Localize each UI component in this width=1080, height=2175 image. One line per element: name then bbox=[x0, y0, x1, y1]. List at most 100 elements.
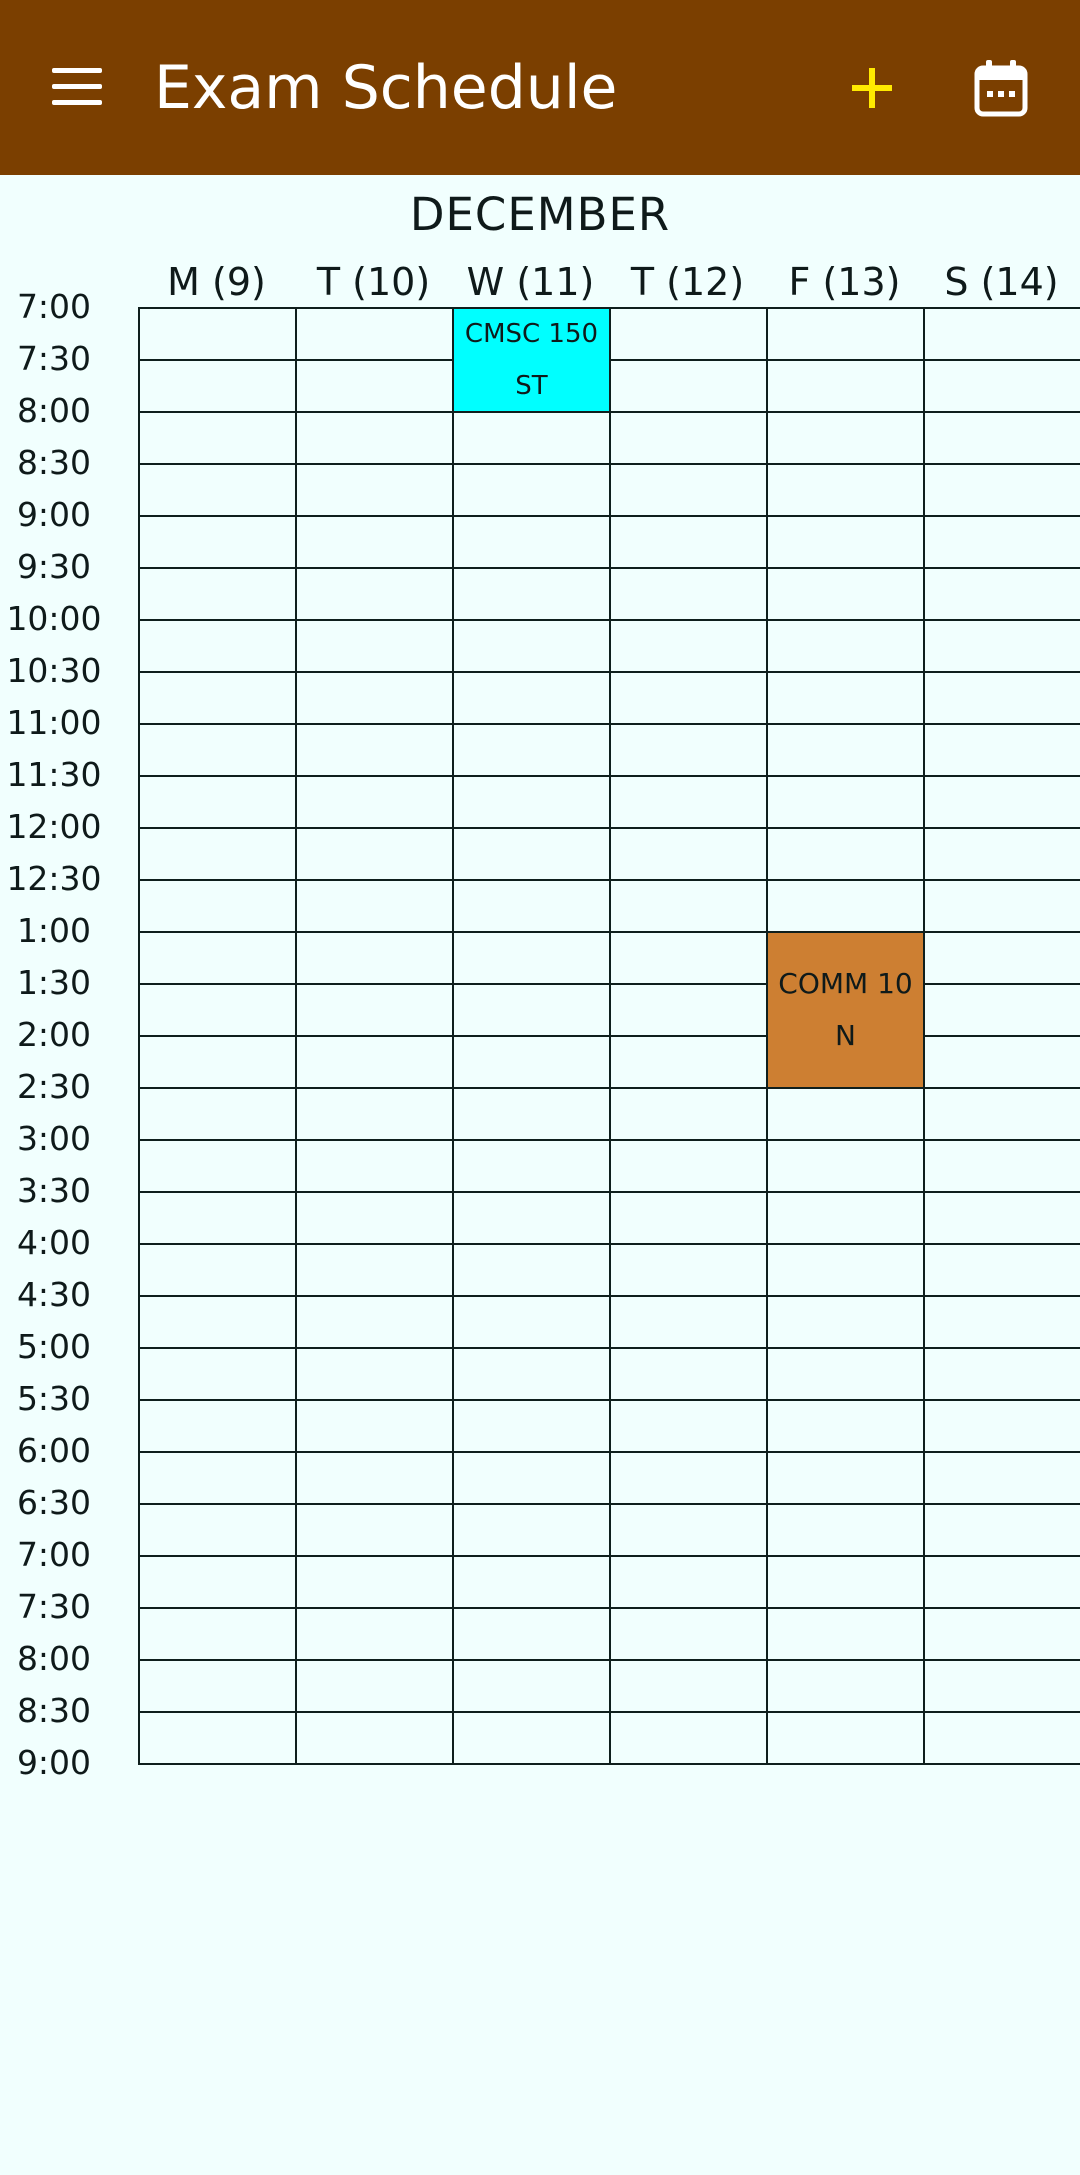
time-slot-cell[interactable] bbox=[295, 307, 454, 361]
time-slot-cell[interactable] bbox=[766, 1607, 925, 1661]
time-slot-cell[interactable] bbox=[295, 463, 454, 517]
time-slot-cell[interactable] bbox=[923, 1139, 1080, 1193]
time-slot-cell[interactable] bbox=[923, 1035, 1080, 1089]
time-slot-cell[interactable] bbox=[923, 307, 1080, 361]
time-slot-cell[interactable] bbox=[766, 827, 925, 881]
time-slot-cell[interactable] bbox=[295, 983, 454, 1037]
time-slot-cell[interactable] bbox=[138, 1503, 297, 1557]
time-slot-cell[interactable] bbox=[452, 931, 611, 985]
time-slot-cell[interactable] bbox=[138, 827, 297, 881]
time-slot-cell[interactable] bbox=[923, 1607, 1080, 1661]
time-slot-cell[interactable] bbox=[609, 827, 768, 881]
time-slot-cell[interactable] bbox=[295, 1711, 454, 1765]
time-slot-cell[interactable] bbox=[609, 983, 768, 1037]
time-slot-cell[interactable] bbox=[452, 1503, 611, 1557]
time-slot-cell[interactable] bbox=[295, 619, 454, 673]
time-slot-cell[interactable] bbox=[295, 1399, 454, 1453]
time-slot-cell[interactable] bbox=[452, 671, 611, 725]
time-slot-cell[interactable] bbox=[923, 1087, 1080, 1141]
time-slot-cell[interactable] bbox=[766, 1087, 925, 1141]
time-slot-cell[interactable] bbox=[452, 983, 611, 1037]
time-slot-cell[interactable] bbox=[609, 1087, 768, 1141]
time-slot-cell[interactable] bbox=[138, 1399, 297, 1453]
time-slot-cell[interactable] bbox=[766, 1555, 925, 1609]
time-slot-cell[interactable] bbox=[609, 411, 768, 465]
time-slot-cell[interactable] bbox=[295, 879, 454, 933]
time-slot-cell[interactable] bbox=[452, 1399, 611, 1453]
time-slot-cell[interactable] bbox=[923, 775, 1080, 829]
time-slot-cell[interactable] bbox=[923, 1711, 1080, 1765]
time-slot-cell[interactable] bbox=[295, 1503, 454, 1557]
time-slot-cell[interactable] bbox=[609, 931, 768, 985]
time-slot-cell[interactable] bbox=[609, 1711, 768, 1765]
time-slot-cell[interactable] bbox=[766, 463, 925, 517]
time-slot-cell[interactable] bbox=[923, 463, 1080, 517]
time-slot-cell[interactable] bbox=[923, 619, 1080, 673]
time-slot-cell[interactable] bbox=[452, 1087, 611, 1141]
time-slot-cell[interactable] bbox=[452, 775, 611, 829]
exam-event-block[interactable]: CMSC 150 ST bbox=[452, 307, 611, 413]
time-slot-cell[interactable] bbox=[138, 619, 297, 673]
time-slot-cell[interactable] bbox=[923, 1347, 1080, 1401]
time-slot-cell[interactable] bbox=[295, 1555, 454, 1609]
time-slot-cell[interactable] bbox=[138, 931, 297, 985]
time-slot-cell[interactable] bbox=[138, 775, 297, 829]
time-slot-cell[interactable] bbox=[138, 879, 297, 933]
time-slot-cell[interactable] bbox=[923, 1503, 1080, 1557]
time-slot-cell[interactable] bbox=[923, 723, 1080, 777]
time-slot-cell[interactable] bbox=[138, 1243, 297, 1297]
time-slot-cell[interactable] bbox=[766, 671, 925, 725]
time-slot-cell[interactable] bbox=[923, 879, 1080, 933]
time-slot-cell[interactable] bbox=[295, 1035, 454, 1089]
time-slot-cell[interactable] bbox=[295, 1191, 454, 1245]
time-slot-cell[interactable] bbox=[923, 515, 1080, 569]
time-slot-cell[interactable] bbox=[923, 411, 1080, 465]
time-slot-cell[interactable] bbox=[766, 1503, 925, 1557]
time-slot-cell[interactable] bbox=[452, 1191, 611, 1245]
time-slot-cell[interactable] bbox=[766, 515, 925, 569]
time-slot-cell[interactable] bbox=[609, 671, 768, 725]
time-slot-cell[interactable] bbox=[295, 827, 454, 881]
time-slot-cell[interactable] bbox=[766, 411, 925, 465]
time-slot-cell[interactable] bbox=[609, 1295, 768, 1349]
time-slot-cell[interactable] bbox=[766, 1399, 925, 1453]
time-slot-cell[interactable] bbox=[452, 827, 611, 881]
time-slot-cell[interactable] bbox=[295, 931, 454, 985]
time-slot-cell[interactable] bbox=[295, 411, 454, 465]
time-slot-cell[interactable] bbox=[452, 463, 611, 517]
time-slot-cell[interactable] bbox=[609, 723, 768, 777]
time-slot-cell[interactable] bbox=[923, 1555, 1080, 1609]
time-slot-cell[interactable] bbox=[138, 1607, 297, 1661]
time-slot-cell[interactable] bbox=[766, 1711, 925, 1765]
time-slot-cell[interactable] bbox=[923, 1191, 1080, 1245]
time-slot-cell[interactable] bbox=[766, 1243, 925, 1297]
time-slot-cell[interactable] bbox=[923, 1451, 1080, 1505]
time-slot-cell[interactable] bbox=[452, 619, 611, 673]
time-slot-cell[interactable] bbox=[609, 567, 768, 621]
time-slot-cell[interactable] bbox=[766, 1347, 925, 1401]
time-slot-cell[interactable] bbox=[609, 1347, 768, 1401]
time-slot-cell[interactable] bbox=[138, 1139, 297, 1193]
time-slot-cell[interactable] bbox=[295, 1347, 454, 1401]
time-slot-cell[interactable] bbox=[452, 879, 611, 933]
time-slot-cell[interactable] bbox=[138, 567, 297, 621]
time-slot-cell[interactable] bbox=[923, 567, 1080, 621]
time-slot-cell[interactable] bbox=[138, 1347, 297, 1401]
time-slot-cell[interactable] bbox=[295, 671, 454, 725]
time-slot-cell[interactable] bbox=[295, 775, 454, 829]
time-slot-cell[interactable] bbox=[923, 931, 1080, 985]
time-slot-cell[interactable] bbox=[295, 515, 454, 569]
time-slot-cell[interactable] bbox=[766, 1451, 925, 1505]
time-slot-cell[interactable] bbox=[138, 983, 297, 1037]
time-slot-cell[interactable] bbox=[609, 1555, 768, 1609]
time-slot-cell[interactable] bbox=[609, 1139, 768, 1193]
time-slot-cell[interactable] bbox=[766, 1191, 925, 1245]
menu-button[interactable] bbox=[40, 60, 114, 114]
time-slot-cell[interactable] bbox=[138, 411, 297, 465]
time-slot-cell[interactable] bbox=[295, 567, 454, 621]
time-slot-cell[interactable] bbox=[452, 723, 611, 777]
time-slot-cell[interactable] bbox=[138, 1451, 297, 1505]
time-slot-cell[interactable] bbox=[452, 411, 611, 465]
add-exam-button[interactable] bbox=[836, 48, 908, 128]
time-slot-cell[interactable] bbox=[609, 1451, 768, 1505]
